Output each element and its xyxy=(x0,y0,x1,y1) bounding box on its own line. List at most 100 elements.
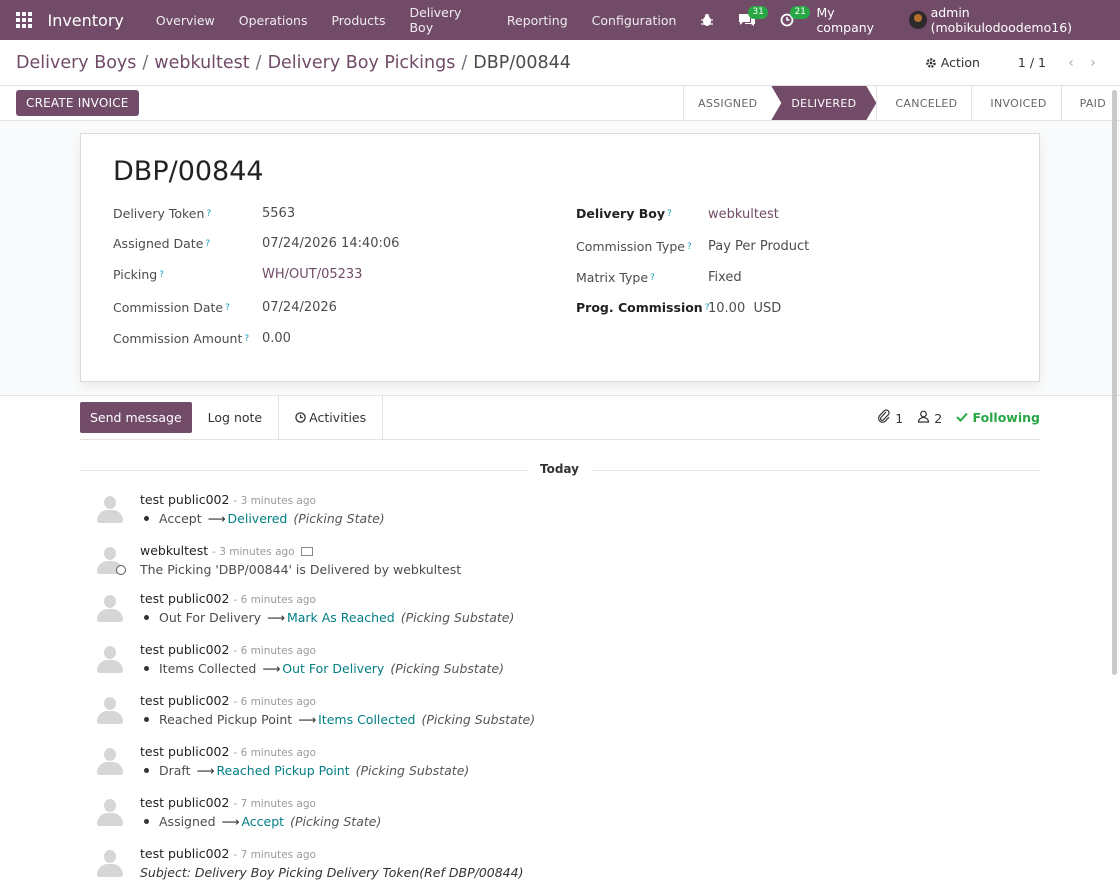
send-message-button[interactable]: Send message xyxy=(80,402,192,433)
message-date: - 7 minutes ago xyxy=(233,849,316,861)
commission-amount-value[interactable]: 0.00 xyxy=(262,331,291,346)
breadcrumb-pickings[interactable]: Delivery Boy Pickings xyxy=(268,53,456,73)
create-invoice-button[interactable]: CREATE INVOICE xyxy=(16,90,139,116)
messages-icon[interactable]: 31 xyxy=(726,0,768,40)
message-author[interactable]: test public002 xyxy=(140,795,229,810)
menu-products[interactable]: Products xyxy=(319,0,397,40)
bug-icon[interactable] xyxy=(688,0,726,40)
message-date: - 3 minutes ago xyxy=(212,546,295,558)
user-name: admin (mobikulodoodemo16) xyxy=(930,5,1073,35)
menu-configuration[interactable]: Configuration xyxy=(580,0,689,40)
message-author[interactable]: webkultest xyxy=(140,543,208,558)
paperclip-icon xyxy=(878,409,890,423)
message-item: test public002 - 7 minutes ago Subject: … xyxy=(94,846,994,880)
messages-badge: 31 xyxy=(748,6,768,19)
help-icon: ? xyxy=(666,208,672,219)
envelope-icon[interactable] xyxy=(300,547,313,556)
followers-button[interactable]: 2 xyxy=(917,410,942,426)
help-icon: ? xyxy=(225,302,230,313)
date-separator: Today xyxy=(80,462,1040,478)
commission-type-value[interactable]: Pay Per Product xyxy=(708,239,809,254)
breadcrumb-delivery-boys[interactable]: Delivery Boys xyxy=(16,53,136,73)
matrix-type-value[interactable]: Fixed xyxy=(708,270,742,285)
author-avatar[interactable] xyxy=(94,644,126,676)
stage-canceled[interactable]: CANCELED xyxy=(876,86,971,120)
author-avatar[interactable] xyxy=(94,746,126,778)
message-author[interactable]: test public002 xyxy=(140,492,229,507)
chatter: Send message Log note Activities 1 2 Fol… xyxy=(0,395,1120,880)
delivery-token-value[interactable]: 5563 xyxy=(262,206,295,221)
menu-overview[interactable]: Overview xyxy=(144,0,227,40)
message-author[interactable]: test public002 xyxy=(140,642,229,657)
scrollbar[interactable] xyxy=(1112,90,1117,675)
message-item: test public002 - 7 minutes ago Assigned ⟶… xyxy=(94,795,994,839)
tracked-field: (Picking Substate) xyxy=(400,610,515,625)
stage-delivered[interactable]: DELIVERED xyxy=(771,86,876,120)
arrow-right-icon: ⟶ xyxy=(262,661,281,676)
commission-amount-label: Commission Amount? xyxy=(113,331,250,346)
stage-selector: ASSIGNED DELIVERED CANCELED INVOICED PAI… xyxy=(683,86,1120,120)
assigned-date-value[interactable]: 07/24/2026 14:40:06 xyxy=(262,236,399,251)
pager-previous-icon[interactable]: ‹ xyxy=(1060,55,1082,71)
message-date: - 6 minutes ago xyxy=(233,594,316,606)
following-button[interactable]: Following xyxy=(956,410,1040,425)
activities-badge: 21 xyxy=(790,6,810,19)
author-avatar[interactable] xyxy=(94,494,126,526)
help-icon: ? xyxy=(686,241,692,252)
user-menu[interactable]: admin (mobikulodoodemo16) xyxy=(905,5,1120,35)
commission-date-value[interactable]: 07/24/2026 xyxy=(262,300,337,315)
tracked-field: (Picking State) xyxy=(293,511,385,526)
user-icon xyxy=(918,410,930,423)
app-name[interactable]: Inventory xyxy=(47,11,123,30)
tracked-field: (Picking Substate) xyxy=(355,763,470,778)
author-avatar[interactable] xyxy=(94,695,126,727)
apps-menu-icon[interactable] xyxy=(0,0,47,40)
arrow-right-icon: ⟶ xyxy=(221,814,240,829)
delivery-token-label: Delivery Token? xyxy=(113,206,212,221)
author-avatar[interactable] xyxy=(94,593,126,625)
old-value: Accept xyxy=(159,511,202,526)
stage-assigned[interactable]: ASSIGNED xyxy=(683,86,771,120)
delivery-boy-link[interactable]: webkultest xyxy=(708,207,779,222)
picking-link[interactable]: WH/OUT/05233 xyxy=(262,267,362,282)
menu-operations[interactable]: Operations xyxy=(227,0,320,40)
message-author[interactable]: test public002 xyxy=(140,591,229,606)
gear-icon xyxy=(925,57,936,68)
commission-type-label: Commission Type? xyxy=(576,239,692,254)
activities-button[interactable]: Activities xyxy=(278,395,384,440)
delivery-boy-label: Delivery Boy? xyxy=(576,206,672,221)
author-avatar[interactable] xyxy=(94,545,126,577)
tracked-field: (Picking Substate) xyxy=(421,712,536,727)
attachments-button[interactable]: 1 xyxy=(877,409,903,426)
log-note-button[interactable]: Log note xyxy=(192,396,278,440)
message-item: test public002 - 6 minutes ago Draft ⟶ Rea… xyxy=(94,744,994,788)
old-value: Reached Pickup Point xyxy=(159,712,293,727)
message-date: - 3 minutes ago xyxy=(233,495,316,507)
menu-delivery-boy[interactable]: Delivery Boy xyxy=(397,0,494,40)
status-bar: CREATE INVOICE ASSIGNED DELIVERED CANCEL… xyxy=(0,86,1120,121)
stage-invoiced[interactable]: INVOICED xyxy=(971,86,1060,120)
activities-icon[interactable]: 21 xyxy=(768,0,810,40)
arrow-right-icon: ⟶ xyxy=(298,712,317,727)
author-avatar[interactable] xyxy=(94,848,126,880)
currency-label: USD xyxy=(753,301,782,316)
author-avatar[interactable] xyxy=(94,797,126,829)
help-icon: ? xyxy=(650,272,655,283)
action-menu-button[interactable]: Action xyxy=(925,55,980,70)
pager-next-icon[interactable]: › xyxy=(1082,55,1104,71)
new-value: Accept xyxy=(241,814,285,829)
message-item: webkultest - 3 minutes ago The Picking '… xyxy=(94,543,994,587)
message-author[interactable]: test public002 xyxy=(140,693,229,708)
company-switcher[interactable]: My company xyxy=(806,5,904,35)
commission-date-label: Commission Date? xyxy=(113,300,230,315)
top-navbar: Inventory Overview Operations Products D… xyxy=(0,0,1120,40)
message-item: test public002 - 6 minutes ago Items Col… xyxy=(94,642,994,686)
prog-commission-value[interactable]: 10.00 USD xyxy=(708,301,781,316)
status-icon xyxy=(116,565,126,575)
message-author[interactable]: test public002 xyxy=(140,846,229,861)
breadcrumb-webkultest[interactable]: webkultest xyxy=(154,53,249,73)
pager-value[interactable]: 1 / 1 xyxy=(1018,55,1046,70)
control-panel: Delivery Boys / webkultest / Delivery Bo… xyxy=(0,40,1120,86)
message-author[interactable]: test public002 xyxy=(140,744,229,759)
menu-reporting[interactable]: Reporting xyxy=(495,0,580,40)
